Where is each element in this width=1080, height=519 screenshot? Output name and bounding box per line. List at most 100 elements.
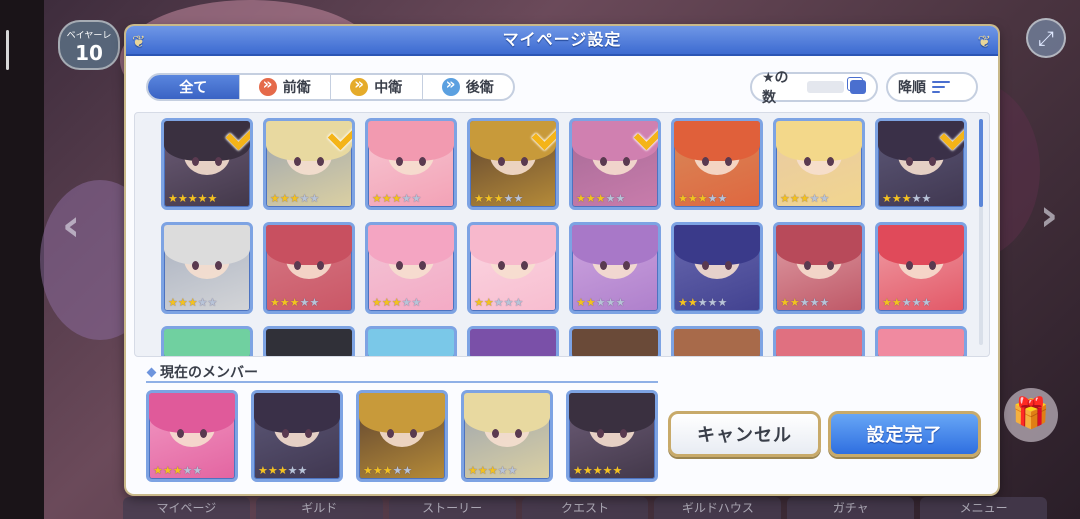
star-filled-icon: ★ <box>602 464 613 477</box>
member-card[interactable]: ★ ★ ★ ★ ★ <box>566 390 658 482</box>
star-empty-icon: ★ <box>921 192 932 205</box>
sort-order-label: 降順 <box>898 80 926 96</box>
star-filled-icon: ★ <box>279 192 290 205</box>
tab-front[interactable]: 前衛 <box>240 75 331 99</box>
star-filled-icon: ★ <box>789 296 800 309</box>
member-card[interactable]: ★ ★ ★ ★ ★ <box>251 390 343 482</box>
character-card[interactable]: ★ ★ ★ ★ ★ <box>773 118 865 210</box>
character-portrait-eyes <box>600 157 630 167</box>
character-card[interactable] <box>773 326 865 356</box>
tab-label: 全て <box>179 80 208 96</box>
selected-check-icon <box>528 127 556 149</box>
star-filled-icon: ★ <box>162 464 173 477</box>
star-rating: ★ ★ ★ ★ ★ <box>270 193 319 204</box>
star-empty-icon: ★ <box>402 464 413 477</box>
character-card[interactable]: ★ ★ ★ ★ ★ <box>875 222 967 314</box>
character-list-scrollbar[interactable] <box>979 119 983 345</box>
character-card[interactable]: ★ ★ ★ ★ ★ <box>263 118 355 210</box>
position-filter-tabs: 全て 前衛 中衛 後衛 <box>146 73 515 101</box>
confirm-settings-button[interactable]: 設定完了 <box>828 411 981 457</box>
character-card[interactable]: ★ ★ ★ ★ ★ <box>365 118 457 210</box>
star-filled-icon: ★ <box>381 296 392 309</box>
character-portrait-eyes <box>906 157 936 167</box>
star-rating: ★ ★ ★ ★ ★ <box>882 193 931 204</box>
star-rating: ★ ★ ★ ★ ★ <box>153 465 202 476</box>
character-card[interactable]: ★ ★ ★ ★ ★ <box>875 118 967 210</box>
star-empty-icon: ★ <box>707 192 718 205</box>
character-card[interactable]: ★ ★ ★ ★ ★ <box>263 222 355 314</box>
character-portrait-eyes <box>192 157 222 167</box>
character-card[interactable]: ★ ★ ★ ★ ★ <box>671 222 763 314</box>
gift-icon: 🎁 <box>1004 388 1058 442</box>
star-filled-icon: ★ <box>585 296 596 309</box>
background-menu-tab: ガチャ <box>787 497 915 519</box>
member-card[interactable]: ★ ★ ★ ★ ★ <box>146 390 238 482</box>
background-menu-tab: メニュー <box>920 497 1048 519</box>
character-card[interactable] <box>875 326 967 356</box>
star-empty-icon: ★ <box>401 192 412 205</box>
star-rating: ★ ★ ★ ★ ★ <box>168 297 217 308</box>
star-rating: ★ ★ ★ ★ ★ <box>372 193 421 204</box>
star-empty-icon: ★ <box>595 296 606 309</box>
cancel-button[interactable]: キャンセル <box>668 411 821 457</box>
expand-icon: ⤢ <box>1026 18 1066 58</box>
character-portrait-hair <box>674 121 760 161</box>
character-card[interactable]: ★ ★ ★ ★ ★ <box>467 118 559 210</box>
character-card[interactable] <box>161 326 253 356</box>
character-card[interactable] <box>263 326 355 356</box>
character-card[interactable]: ★ ★ ★ ★ ★ <box>569 118 661 210</box>
star-filled-icon: ★ <box>258 464 268 477</box>
dialog-title: マイページ設定 <box>502 30 622 49</box>
character-card[interactable]: ★ ★ ★ ★ ★ <box>467 222 559 314</box>
tab-middle[interactable]: 中衛 <box>331 75 423 99</box>
star-filled-icon: ★ <box>882 192 892 205</box>
star-filled-icon: ★ <box>187 296 198 309</box>
star-filled-icon: ★ <box>687 296 698 309</box>
star-empty-icon: ★ <box>799 296 810 309</box>
character-portrait-eyes <box>387 429 417 439</box>
star-empty-icon: ★ <box>615 192 626 205</box>
star-empty-icon: ★ <box>911 192 922 205</box>
star-filled-icon: ★ <box>270 296 280 309</box>
character-card[interactable]: ★ ★ ★ ★ ★ <box>365 222 457 314</box>
character-portrait-eyes <box>498 261 528 271</box>
star-rating: ★ ★ ★ ★ ★ <box>576 193 625 204</box>
character-card[interactable]: ★ ★ ★ ★ ★ <box>671 118 763 210</box>
character-card[interactable]: ★ ★ ★ ★ ★ <box>773 222 865 314</box>
character-card[interactable] <box>569 326 661 356</box>
star-empty-icon: ★ <box>605 296 616 309</box>
scrollbar-thumb[interactable] <box>979 119 983 207</box>
member-card[interactable]: ★ ★ ★ ★ ★ <box>356 390 448 482</box>
front-position-icon <box>258 75 277 96</box>
member-card[interactable]: ★ ★ ★ ★ ★ <box>461 390 553 482</box>
character-card[interactable] <box>467 326 559 356</box>
character-portrait-eyes <box>294 157 324 167</box>
sort-order-icon <box>932 78 950 96</box>
character-list[interactable]: ★ ★ ★ ★ ★ ★ ★ ★ ★ ★ ★ ★ ★ ★ ★ ★ ★ ★ ★ ★ ★ ★ ★ ★ ★ ★ ★ ★ ★ ★ ★ ★ ★ ★ ★ ★ ★ ★ ★ ★… <box>134 112 990 357</box>
character-card[interactable]: ★ ★ ★ ★ ★ <box>161 222 253 314</box>
tab-label: 後衛 <box>465 80 494 96</box>
star-empty-icon: ★ <box>717 192 728 205</box>
star-filled-icon: ★ <box>177 296 188 309</box>
character-card[interactable] <box>365 326 457 356</box>
tab-back[interactable]: 後衛 <box>423 75 514 99</box>
character-card[interactable] <box>671 326 763 356</box>
character-portrait-hair <box>266 225 352 265</box>
sort-order-button[interactable]: 降順 <box>886 72 978 102</box>
sort-option-icon <box>850 80 866 94</box>
character-card[interactable]: ★ ★ ★ ★ ★ <box>161 118 253 210</box>
star-empty-icon: ★ <box>615 296 626 309</box>
character-portrait-eyes <box>702 261 732 271</box>
character-portrait-hair <box>572 225 658 265</box>
character-card[interactable]: ★ ★ ★ ★ ★ <box>569 222 661 314</box>
character-portrait-eyes <box>804 157 834 167</box>
star-filled-icon: ★ <box>153 464 163 477</box>
sort-by-stars-button[interactable]: ★の数 <box>750 70 878 106</box>
tab-all[interactable]: 全て <box>148 75 240 99</box>
star-rating: ★ ★ ★ ★ ★ <box>372 297 421 308</box>
current-members-header: 現在のメンバー <box>146 363 658 383</box>
star-rating: ★ ★ ★ ★ ★ <box>573 465 622 476</box>
star-empty-icon: ★ <box>819 296 830 309</box>
chevron-right-icon: › <box>1039 190 1058 241</box>
star-filled-icon: ★ <box>372 192 382 205</box>
